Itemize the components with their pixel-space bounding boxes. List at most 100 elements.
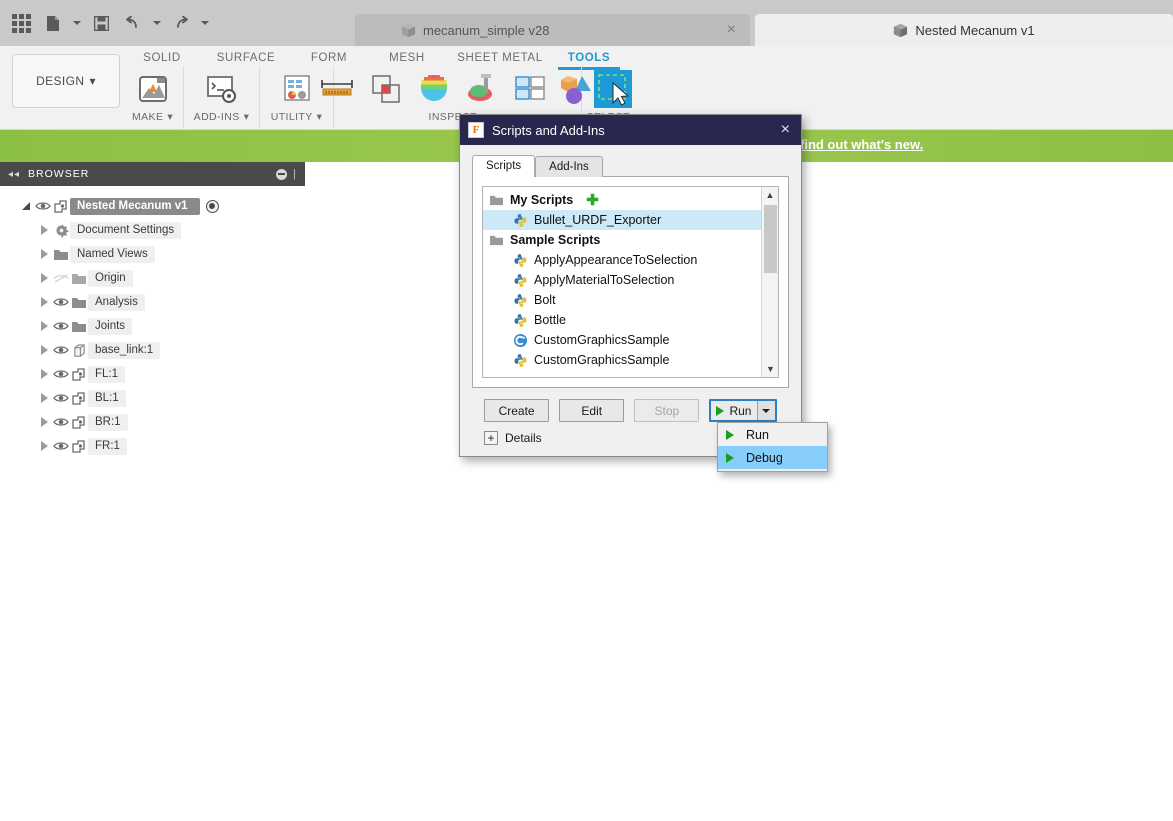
list-item-apply-material[interactable]: ApplyMaterialToSelection (483, 270, 761, 290)
csharp-icon-custom-graphics (513, 333, 528, 347)
tree-expand-toggle-bl[interactable] (36, 393, 52, 403)
list-label-bullet: Bullet_URDF_Exporter (534, 213, 662, 227)
create-button[interactable]: Create (484, 399, 550, 422)
tab-scripts[interactable]: Scripts (472, 155, 536, 177)
tree-row-origin[interactable]: Origin (0, 266, 305, 290)
workspace-switcher[interactable]: DESIGN ▾ (12, 54, 120, 108)
visibility-eye-icon-joints[interactable] (52, 321, 70, 331)
tree-expand-toggle-named-views[interactable] (36, 249, 52, 259)
tree-row-joints[interactable]: Joints (0, 314, 305, 338)
panel-utility-label[interactable]: UTILITY ▾ (271, 111, 323, 123)
3d-print-icon[interactable] (132, 68, 174, 110)
browser-header: ◂◂ BROWSER | (0, 162, 305, 186)
tree-expand-toggle-br[interactable] (36, 417, 52, 427)
browser-minus-icon[interactable] (276, 168, 288, 180)
list-item-custom-graphics-py[interactable]: CustomGraphicsSample (483, 350, 761, 370)
dropdown-label-run: Run (746, 427, 769, 442)
utility-icon[interactable] (276, 68, 318, 110)
tree-row-br[interactable]: BR:1 (0, 410, 305, 434)
dropdown-item-debug[interactable]: Debug (718, 446, 827, 469)
tree-row-base-link[interactable]: base_link:1 (0, 338, 305, 362)
scroll-down-icon[interactable]: ▼ (762, 361, 778, 377)
list-item-bullet-urdf-exporter[interactable]: Bullet_URDF_Exporter (483, 210, 761, 230)
tree-expand-toggle-analysis[interactable] (36, 297, 52, 307)
panel-make-label[interactable]: MAKE ▾ (132, 111, 173, 123)
list-item-bolt[interactable]: Bolt (483, 290, 761, 310)
tree-row-document-settings[interactable]: Document Settings (0, 218, 305, 242)
new-file-caret-icon[interactable] (70, 6, 84, 40)
component-color-icon[interactable] (509, 68, 551, 110)
visibility-eye-icon-fr[interactable] (52, 441, 70, 451)
scroll-up-icon[interactable]: ▲ (762, 187, 778, 203)
document-tab-close-icon[interactable]: × (727, 22, 736, 38)
section-analysis-icon[interactable] (461, 68, 503, 110)
scripts-list[interactable]: My Scripts ✚ Bullet_URDF_Exporter Sample… (482, 186, 779, 378)
add-script-icon[interactable]: ✚ (586, 193, 599, 208)
whats-new-link[interactable]: find out what's new. (800, 137, 923, 152)
tree-expand-toggle-fr[interactable] (36, 441, 52, 451)
tree-row-fl[interactable]: FL:1 (0, 362, 305, 386)
scripts-and-addins-icon[interactable] (201, 68, 243, 110)
undo-caret-icon[interactable] (150, 6, 164, 40)
tree-expand-toggle-fl[interactable] (36, 369, 52, 379)
curvature-comb-icon[interactable] (413, 68, 455, 110)
visibility-eye-icon-br[interactable] (52, 417, 70, 427)
tree-row-named-views[interactable]: Named Views (0, 242, 305, 266)
tree-expand-toggle-document-settings[interactable] (36, 225, 52, 235)
tree-row-analysis[interactable]: Analysis (0, 290, 305, 314)
tree-expand-toggle-joints[interactable] (36, 321, 52, 331)
details-expander-icon[interactable]: + (484, 431, 498, 445)
tree-label-joints: Joints (88, 317, 133, 335)
component-icon-root (52, 199, 70, 214)
tree-label-root: Nested Mecanum v1 (70, 197, 200, 215)
visibility-eye-icon-fl[interactable] (52, 369, 70, 379)
tree-expand-toggle-origin[interactable] (36, 273, 52, 283)
visibility-eye-icon-base-link[interactable] (52, 345, 70, 355)
measure-icon[interactable] (317, 68, 359, 110)
list-item-sample-scripts[interactable]: Sample Scripts (483, 230, 761, 250)
undo-icon[interactable] (118, 6, 148, 40)
panel-add-ins-label[interactable]: ADD-INS ▾ (194, 111, 250, 123)
activate-component-radio[interactable] (205, 199, 219, 213)
scripts-list-scrollbar[interactable]: ▲ ▼ (761, 187, 778, 377)
visibility-eye-off-icon-origin[interactable] (52, 273, 70, 284)
document-tab-active[interactable]: mecanum_simple v28 × (355, 14, 750, 46)
interference-icon[interactable] (365, 68, 407, 110)
save-icon[interactable] (86, 6, 116, 40)
redo-icon[interactable] (166, 6, 196, 40)
scrollbar-thumb[interactable] (764, 205, 777, 273)
visibility-eye-icon-bl[interactable] (52, 393, 70, 403)
tree-expand-toggle-root[interactable] (18, 202, 34, 210)
python-icon-bolt (514, 293, 527, 307)
app-grid-icon[interactable] (6, 6, 36, 40)
browser-grip-icon[interactable]: | (293, 168, 297, 180)
scripts-and-addins-dialog: F Scripts and Add-Ins × Scripts Add-Ins … (459, 114, 802, 457)
dialog-title-bar[interactable]: F Scripts and Add-Ins × (460, 115, 801, 145)
list-item-bottle[interactable]: Bottle (483, 310, 761, 330)
dropdown-item-run[interactable]: Run (718, 423, 827, 446)
list-item-custom-graphics-cs[interactable]: CustomGraphicsSample (483, 330, 761, 350)
edit-button[interactable]: Edit (559, 399, 625, 422)
list-item-apply-appearance[interactable]: ApplyAppearanceToSelection (483, 250, 761, 270)
document-tab-nested[interactable]: Nested Mecanum v1 (755, 14, 1173, 46)
list-item-my-scripts[interactable]: My Scripts ✚ (483, 190, 761, 210)
tab-add-ins[interactable]: Add-Ins (535, 156, 603, 177)
tree-row-bl[interactable]: BL:1 (0, 386, 305, 410)
redo-caret-icon[interactable] (198, 6, 212, 40)
dialog-close-icon[interactable]: × (778, 122, 793, 138)
run-button[interactable]: Run (709, 399, 777, 422)
visibility-eye-icon-analysis[interactable] (52, 297, 70, 307)
play-icon-dropdown-debug (726, 452, 734, 463)
dialog-button-row: Create Edit Stop Run (472, 388, 789, 422)
collapse-icon[interactable]: ◂◂ (8, 169, 20, 180)
details-label: Details (505, 431, 542, 445)
run-dropdown-toggle[interactable] (756, 401, 775, 420)
tree-row-fr[interactable]: FR:1 (0, 434, 305, 458)
select-icon[interactable] (592, 68, 634, 110)
tree-row-root[interactable]: Nested Mecanum v1 (0, 194, 305, 218)
new-file-icon[interactable] (38, 6, 68, 40)
visibility-eye-icon-root[interactable] (34, 201, 52, 211)
play-icon-run (716, 405, 725, 416)
tree-expand-toggle-base-link[interactable] (36, 345, 52, 355)
component-icon-fr (70, 439, 88, 454)
